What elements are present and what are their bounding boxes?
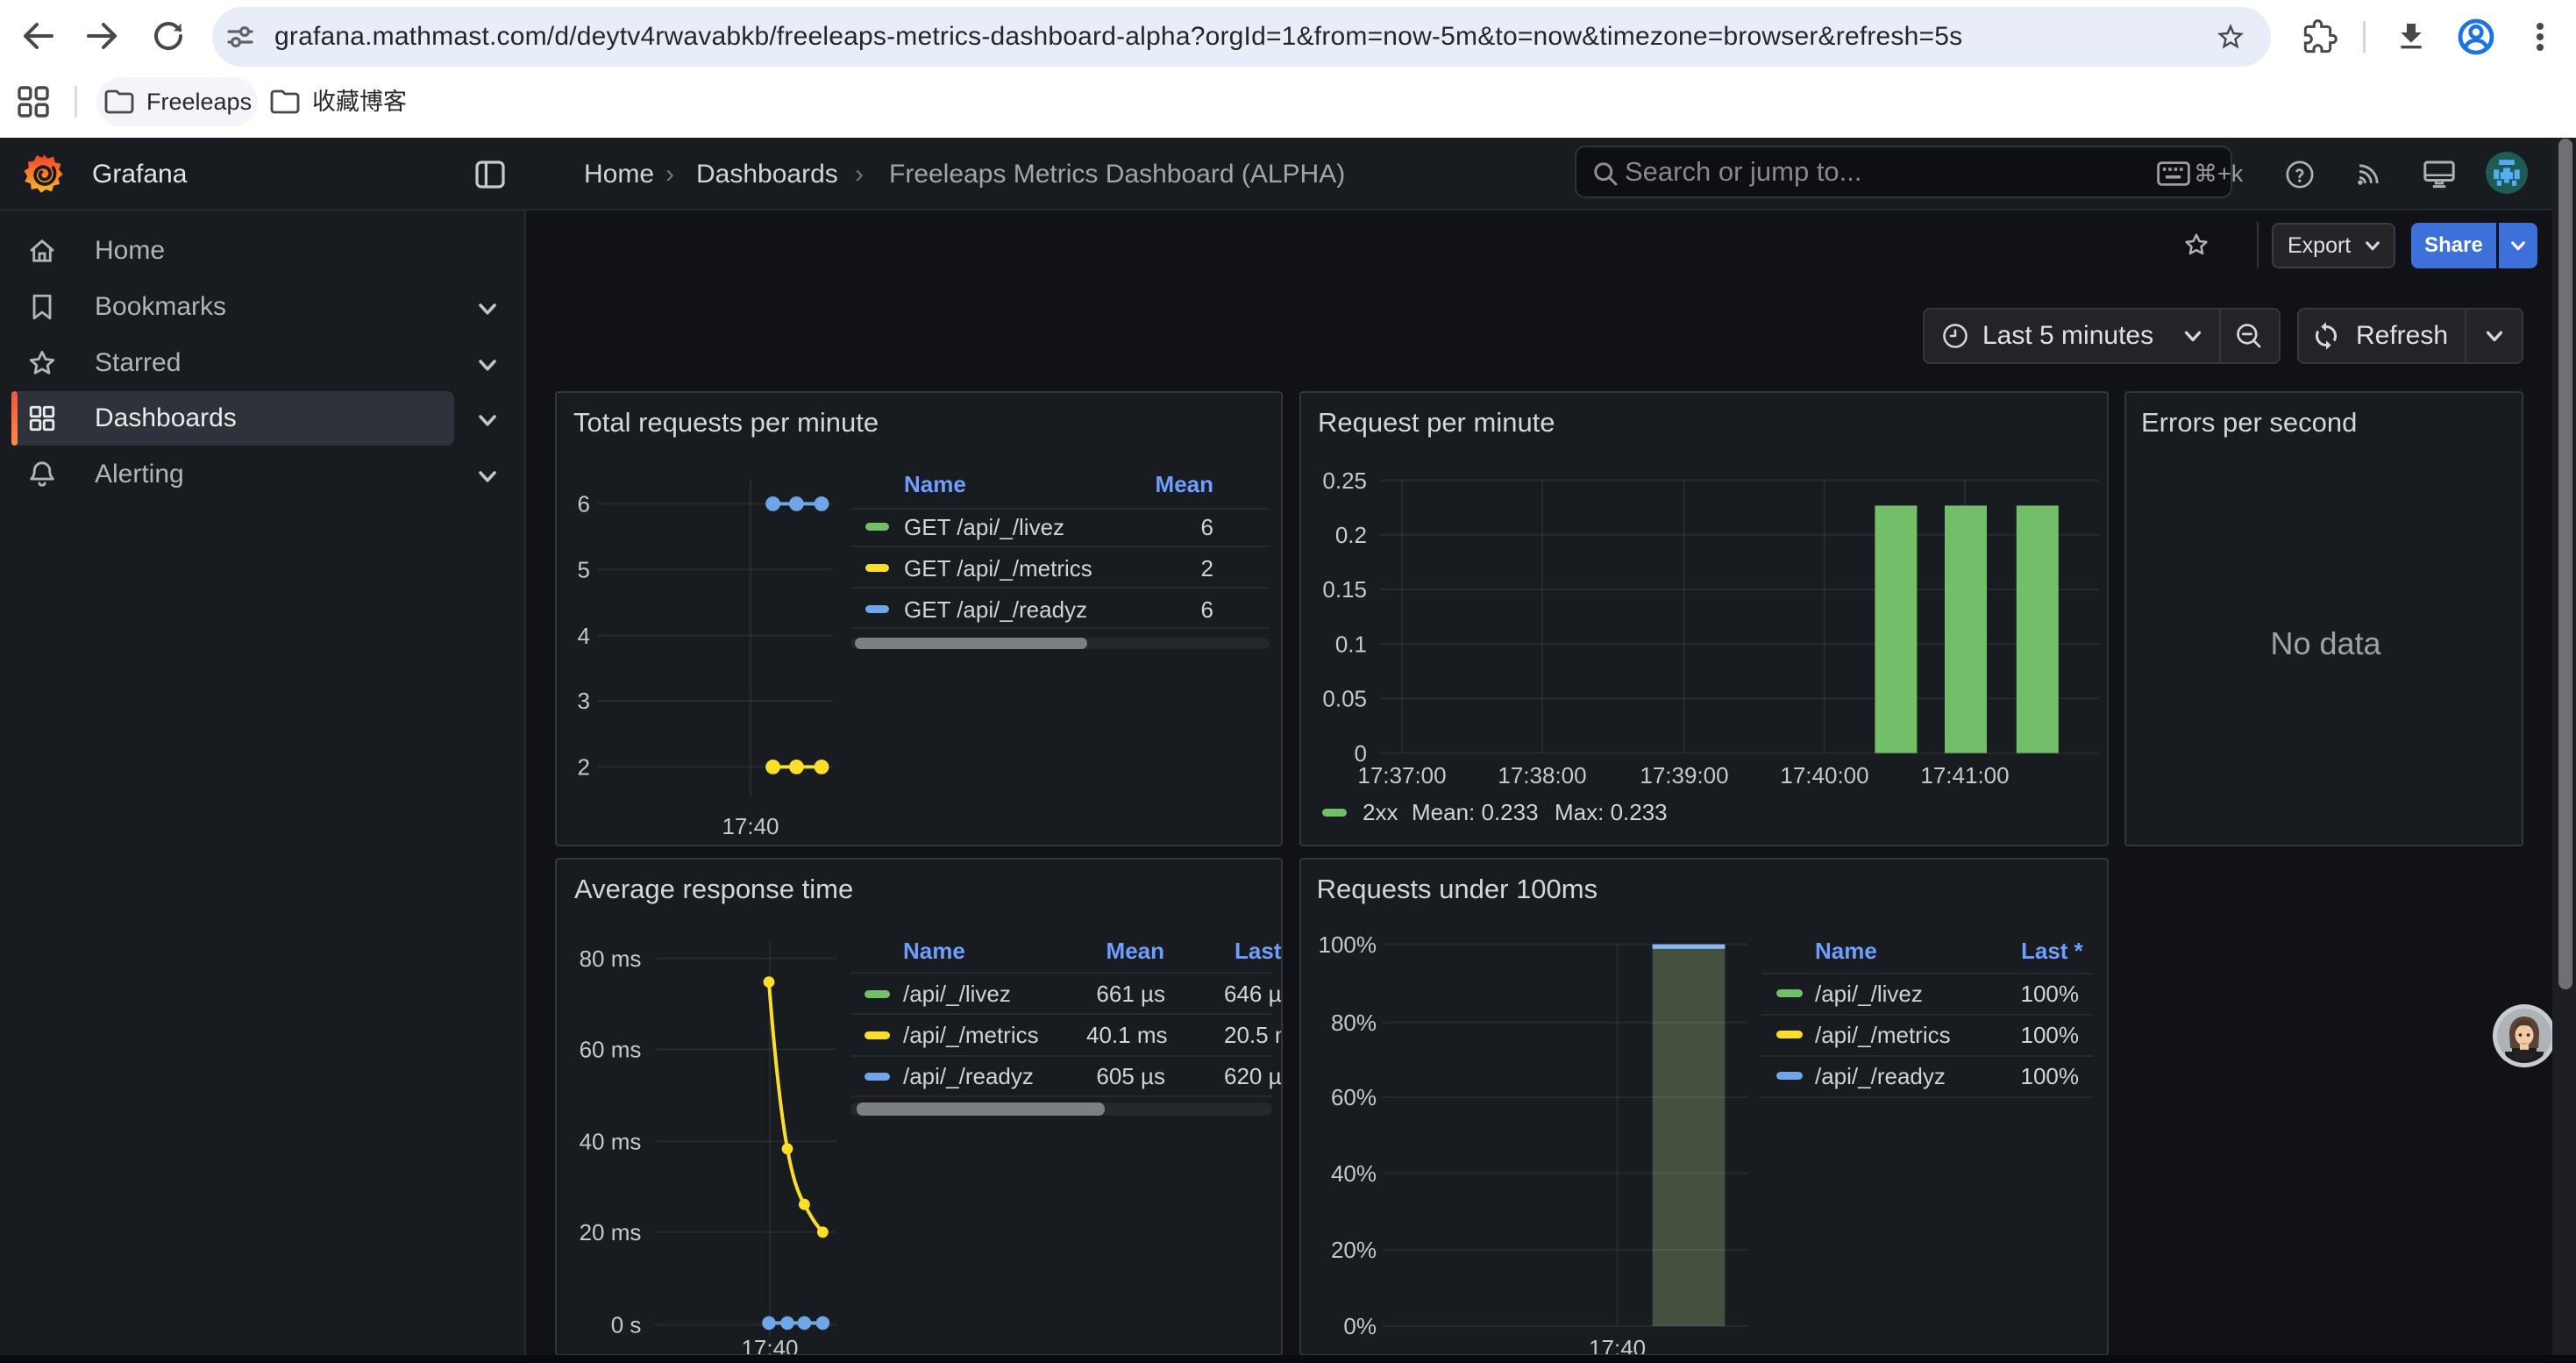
svg-text:3: 3 — [578, 688, 590, 714]
svg-text:17:37:00: 17:37:00 — [1357, 762, 1446, 789]
svg-text:17:40: 17:40 — [1589, 1335, 1646, 1356]
svg-text:60%: 60% — [1331, 1084, 1377, 1110]
svg-text:17:40: 17:40 — [722, 813, 779, 839]
svg-text:17:38:00: 17:38:00 — [1498, 762, 1586, 789]
svg-text:100%: 100% — [1319, 931, 1377, 958]
svg-text:40%: 40% — [1331, 1160, 1377, 1187]
svg-text:20%: 20% — [1331, 1237, 1377, 1263]
svg-text:17:40:00: 17:40:00 — [1780, 762, 1868, 789]
svg-text:0.05: 0.05 — [1322, 686, 1367, 712]
svg-text:0.25: 0.25 — [1322, 467, 1367, 494]
svg-text:0.1: 0.1 — [1335, 631, 1367, 657]
svg-text:2: 2 — [578, 754, 590, 781]
svg-text:17:39:00: 17:39:00 — [1640, 762, 1728, 789]
svg-text:4: 4 — [578, 623, 590, 649]
svg-text:20 ms: 20 ms — [580, 1219, 642, 1245]
svg-text:60 ms: 60 ms — [580, 1037, 642, 1063]
svg-text:0.2: 0.2 — [1335, 522, 1367, 548]
svg-text:6: 6 — [578, 491, 590, 517]
svg-text:80 ms: 80 ms — [580, 946, 642, 972]
svg-text:0%: 0% — [1343, 1313, 1377, 1339]
svg-text:17:41:00: 17:41:00 — [1920, 762, 2009, 789]
svg-text:40 ms: 40 ms — [580, 1128, 642, 1154]
svg-text:0 s: 0 s — [611, 1312, 642, 1338]
svg-text:0.15: 0.15 — [1322, 576, 1367, 603]
svg-text:5: 5 — [578, 557, 590, 583]
svg-text:80%: 80% — [1331, 1010, 1377, 1036]
svg-text:17:40: 17:40 — [741, 1335, 798, 1356]
